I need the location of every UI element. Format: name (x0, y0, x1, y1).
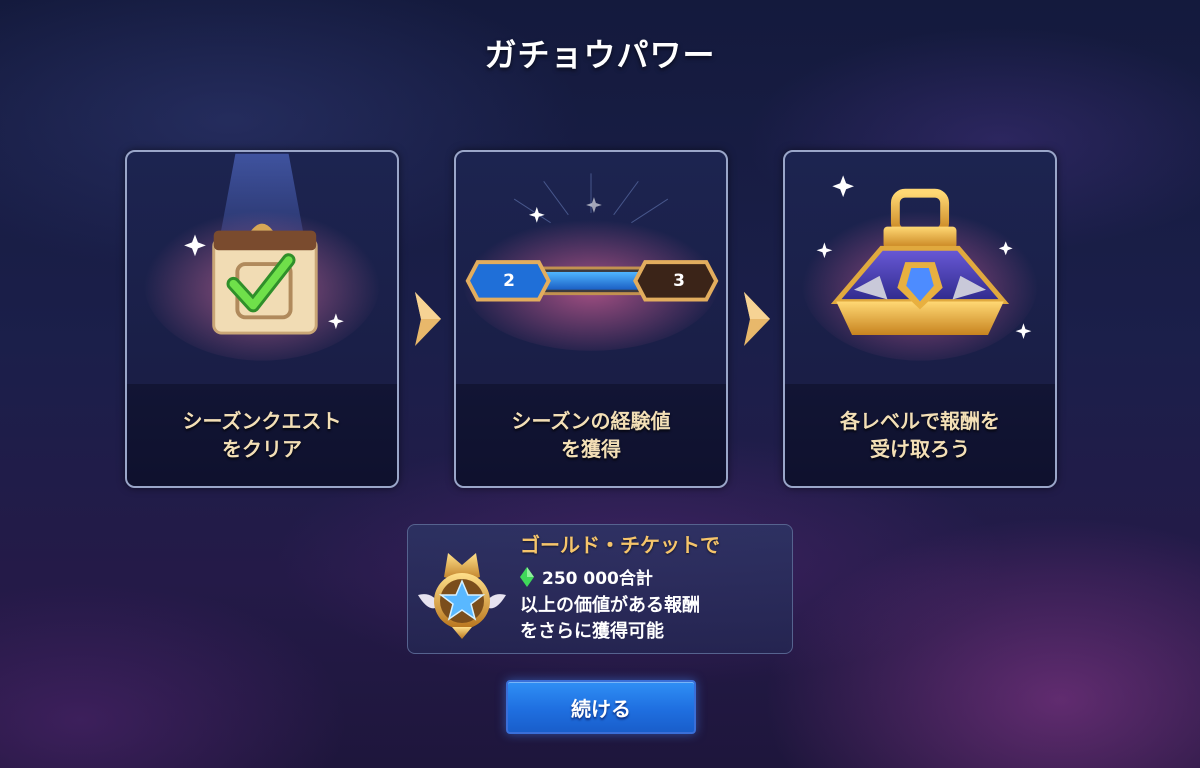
step-label: シーズンクエスト をクリア (182, 409, 342, 461)
step-card-rewards: 各レベルで報酬を 受け取ろう (783, 150, 1057, 488)
reward-amount: 250 000合計 (542, 569, 653, 589)
gold-star-badge-icon (418, 553, 506, 639)
checklist-icon (143, 153, 381, 361)
gold-ticket-info-panel: ゴールド・チケットで 250 000合計 以上の価値がある報酬 をさらに獲得可能 (407, 524, 793, 654)
chevron-right-icon (744, 292, 770, 346)
green-gem-icon (520, 566, 534, 587)
step-label-band: シーズンクエスト をクリア (127, 384, 397, 486)
continue-button[interactable]: 続ける (506, 680, 696, 734)
step-label-band: シーズンの経験値 を獲得 (456, 384, 726, 486)
level-from-text: 2 (503, 271, 515, 291)
treasure-chest-icon (801, 175, 1039, 361)
step-label: 各レベルで報酬を 受け取ろう (840, 409, 1000, 461)
page-title: ガチョウパワー (484, 36, 716, 74)
step-label-band: 各レベルで報酬を 受け取ろう (785, 384, 1055, 486)
gold-ticket-heading: ゴールド・チケットで (520, 533, 720, 557)
chevron-right-icon (415, 292, 441, 346)
step-card-experience: 2 3 シーズンの経験値 を獲得 (454, 150, 728, 488)
reward-amount-row: 250 000合計 (520, 564, 653, 589)
level-to-text: 3 (673, 271, 685, 291)
step-label: シーズンの経験値 を獲得 (511, 409, 671, 461)
reward-description: 以上の価値がある報酬 をさらに獲得可能 (520, 595, 700, 642)
step-card-quest: シーズンクエスト をクリア (125, 150, 399, 488)
